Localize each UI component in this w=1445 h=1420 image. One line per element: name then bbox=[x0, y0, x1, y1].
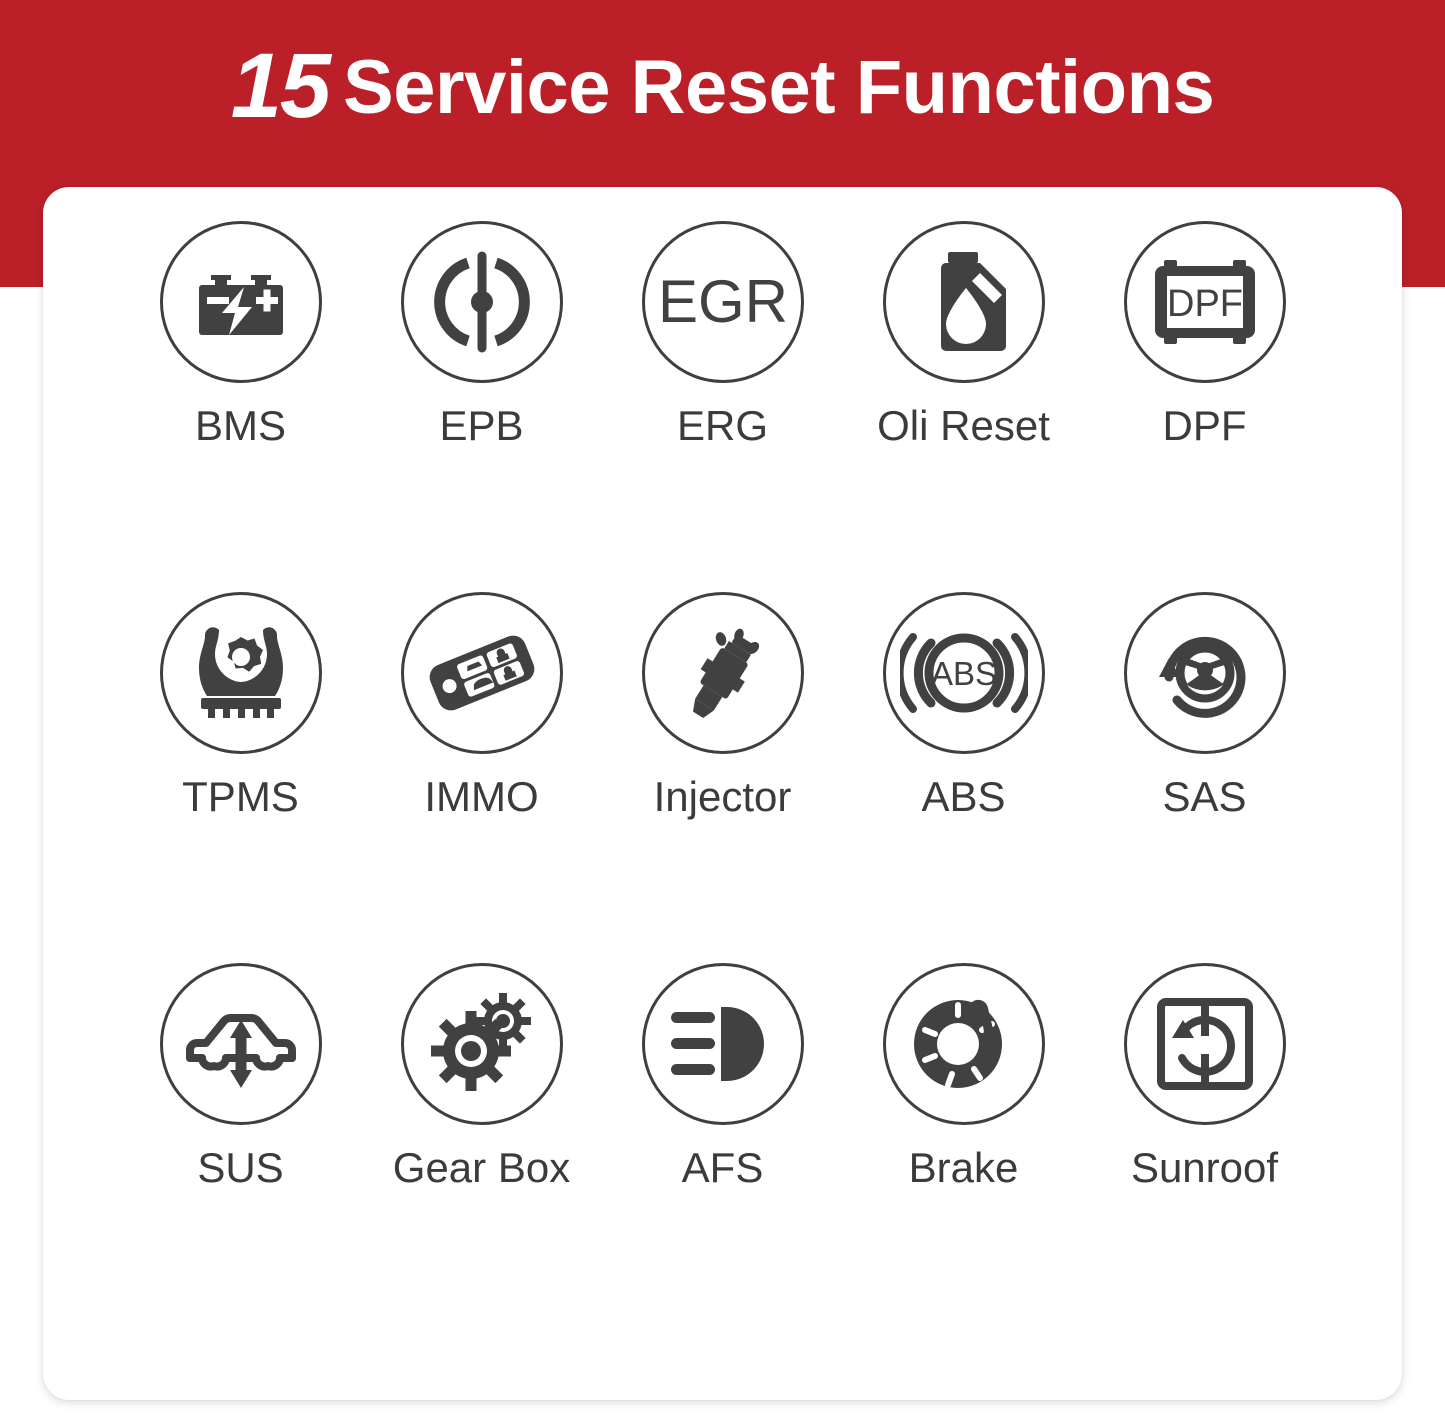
function-label: BMS bbox=[194, 402, 286, 449]
egr-icon-text: EGR bbox=[658, 268, 788, 335]
function-label: ERG bbox=[676, 402, 768, 449]
function-item-afs[interactable]: AFS bbox=[602, 963, 843, 1190]
page-title: 15 Service Reset Functions bbox=[0, 38, 1445, 135]
function-item-oli-reset[interactable]: Oli Reset bbox=[843, 221, 1084, 448]
function-count: 15 bbox=[230, 35, 331, 137]
page-title-text: Service Reset Functions bbox=[343, 45, 1215, 130]
function-label: IMMO bbox=[424, 773, 539, 820]
function-label: SUS bbox=[197, 1144, 284, 1191]
function-label: EPB bbox=[439, 402, 524, 449]
fuel-injector-spray-icon bbox=[641, 592, 804, 754]
egr-valve-icon: EGR bbox=[641, 221, 804, 383]
function-item-brake[interactable]: Brake bbox=[843, 963, 1084, 1190]
function-label: ABS bbox=[921, 773, 1006, 820]
dpf-icon-text: DPF bbox=[1167, 283, 1243, 325]
suspension-car-arrows-icon bbox=[159, 963, 322, 1125]
sunroof-rotate-icon bbox=[1123, 963, 1286, 1125]
car-key-fob-icon bbox=[400, 592, 563, 754]
function-item-sas[interactable]: SAS bbox=[1084, 592, 1325, 819]
function-item-epb[interactable]: EPB bbox=[361, 221, 602, 448]
function-label: Brake bbox=[908, 1144, 1019, 1191]
function-item-gear-box[interactable]: Gear Box bbox=[361, 963, 602, 1190]
function-item-sunroof[interactable]: Sunroof bbox=[1084, 963, 1325, 1190]
function-label: TPMS bbox=[182, 773, 299, 820]
tire-pressure-gear-icon bbox=[159, 592, 322, 754]
grid-row: SUS Gear Box AFS Brake Sunroof bbox=[43, 963, 1402, 1334]
function-item-abs[interactable]: ABS ABS bbox=[843, 592, 1084, 819]
abs-icon-text: ABS bbox=[930, 655, 996, 692]
functions-card: BMS EPB EGR ERG Oli Reset DPF DPF TPMS I… bbox=[43, 187, 1402, 1400]
steering-angle-sensor-icon bbox=[1123, 592, 1286, 754]
gears-icon bbox=[400, 963, 563, 1125]
function-item-dpf[interactable]: DPF DPF bbox=[1084, 221, 1325, 448]
car-battery-icon bbox=[159, 221, 322, 383]
function-item-immo[interactable]: IMMO bbox=[361, 592, 602, 819]
function-label: Gear Box bbox=[392, 1144, 571, 1191]
dpf-filter-icon: DPF bbox=[1123, 221, 1286, 383]
function-label: DPF bbox=[1162, 402, 1247, 449]
function-item-bms[interactable]: BMS bbox=[120, 221, 361, 448]
electronic-parking-brake-icon bbox=[400, 221, 563, 383]
function-item-tpms[interactable]: TPMS bbox=[120, 592, 361, 819]
grid-row: BMS EPB EGR ERG Oli Reset DPF DPF bbox=[43, 221, 1402, 592]
abs-brake-icon: ABS bbox=[882, 592, 1045, 754]
function-label: SAS bbox=[1162, 773, 1247, 820]
grid-row: TPMS IMMO Injector ABS ABS SAS bbox=[43, 592, 1402, 963]
oil-bottle-icon bbox=[882, 221, 1045, 383]
function-label: Oli Reset bbox=[877, 402, 1050, 449]
brake-disc-caliper-icon bbox=[882, 963, 1045, 1125]
function-label: Sunroof bbox=[1130, 1144, 1279, 1191]
functions-grid: BMS EPB EGR ERG Oli Reset DPF DPF TPMS I… bbox=[43, 187, 1402, 1400]
headlight-beam-icon bbox=[641, 963, 804, 1125]
function-label: AFS bbox=[681, 1144, 764, 1191]
function-item-sus[interactable]: SUS bbox=[120, 963, 361, 1190]
function-item-erg[interactable]: EGR ERG bbox=[602, 221, 843, 448]
function-label: Injector bbox=[653, 773, 792, 820]
function-item-injector[interactable]: Injector bbox=[602, 592, 843, 819]
